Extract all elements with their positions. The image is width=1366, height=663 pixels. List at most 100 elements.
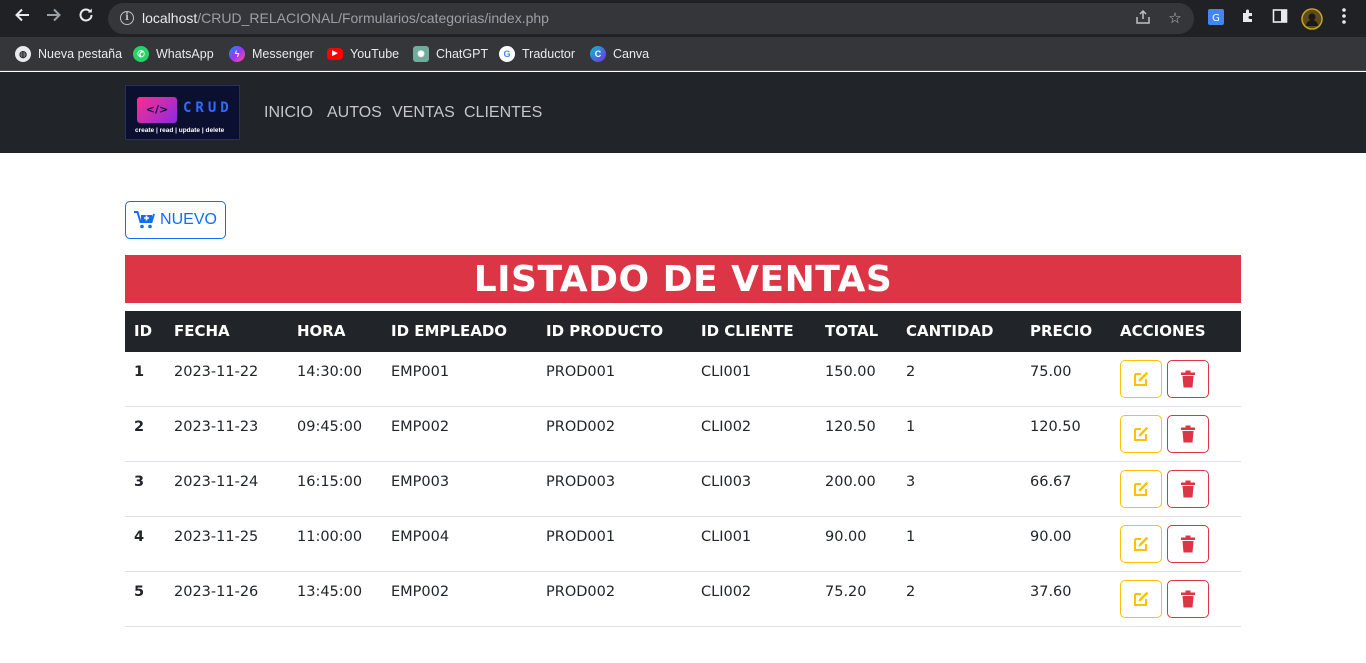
bookmark-canva[interactable]: C Canva [590,45,649,63]
bookmark-messenger[interactable]: ϟ Messenger [229,45,314,63]
header-total: TOTAL [825,322,879,340]
table-row: 1 2023-11-22 14:30:00 EMP001 PROD001 CLI001 15… [125,352,1241,407]
cell-id: 4 [134,529,145,545]
cell-id-cliente: CLI001 [701,529,752,545]
globe-icon: ◍ [15,46,31,62]
profile-avatar-icon[interactable] [1301,8,1323,30]
logo-word: CRUD [183,100,233,116]
header-fecha: FECHA [174,322,230,340]
cell-hora: 13:45:00 [297,584,363,600]
cell-cantidad: 2 [906,584,916,600]
reload-icon[interactable] [74,6,98,30]
bookmark-traductor[interactable]: G Traductor [499,45,575,63]
cell-id: 5 [134,584,145,600]
table-header: ID FECHA HORA ID EMPLEADO ID PRODUCTO ID… [125,311,1241,352]
table-row: 4 2023-11-25 11:00:00 EMP004 PROD001 CLI001 90… [125,517,1241,572]
cell-fecha: 2023-11-26 [174,584,259,600]
new-button-label: NUEVO [160,211,217,228]
browser-toolbar: i localhost/CRUD_RELACIONAL/Formularios/… [0,0,1366,37]
crud-logo[interactable]: </> CRUD create | read | update | delete [125,85,240,140]
cell-total: 120.50 [825,419,876,435]
canva-icon: C [590,46,606,62]
chatgpt-icon: ✺ [413,46,429,62]
edit-button[interactable] [1120,470,1162,508]
bookmarks-bar: ◍ Nueva pestaña ✆ WhatsApp ϟ Messenger ▶ You… [0,37,1366,71]
cell-cantidad: 2 [906,364,916,380]
cell-id-producto: PROD002 [546,584,616,600]
table-row: 2 2023-11-23 09:45:00 EMP002 PROD002 CLI002 12… [125,407,1241,462]
cart-plus-icon [134,211,156,229]
header-hora: HORA [297,322,346,340]
svg-text:G: G [1212,13,1220,24]
trash-icon [1181,535,1195,553]
header-cantidad: CANTIDAD [906,322,994,340]
edit-icon [1134,536,1149,551]
kebab-menu-icon[interactable] [1334,8,1354,28]
extensions-puzzle-icon[interactable] [1238,8,1258,28]
cell-id-empleado: EMP001 [391,364,450,380]
delete-button[interactable] [1167,360,1209,398]
delete-button[interactable] [1167,580,1209,618]
cell-id-cliente: CLI002 [701,419,752,435]
cell-total: 200.00 [825,474,876,490]
edit-button[interactable] [1120,525,1162,563]
bookmark-whatsapp[interactable]: ✆ WhatsApp [133,45,214,63]
share-icon[interactable] [1134,9,1152,27]
cell-total: 150.00 [825,364,876,380]
new-sale-button[interactable]: NUEVO [125,201,226,239]
back-arrow-icon[interactable] [10,6,34,30]
bookmark-youtube[interactable]: ▶ YouTube [327,45,399,63]
cell-id-cliente: CLI002 [701,584,752,600]
nav-clientes[interactable]: CLIENTES [464,104,542,122]
code-glyph: </> [137,97,177,123]
cell-hora: 14:30:00 [297,364,363,380]
url-text: localhost/CRUD_RELACIONAL/Formularios/ca… [142,10,549,26]
cell-id-empleado: EMP002 [391,419,450,435]
forward-arrow-icon[interactable] [42,6,66,30]
side-panel-icon[interactable] [1270,8,1290,28]
bookmark-chatgpt[interactable]: ✺ ChatGPT [413,45,488,63]
delete-button[interactable] [1167,525,1209,563]
edit-button[interactable] [1120,415,1162,453]
delete-button[interactable] [1167,415,1209,453]
cell-hora: 16:15:00 [297,474,363,490]
cell-id: 2 [134,419,145,435]
header-id-producto: ID PRODUCTO [546,322,664,340]
nav-inicio[interactable]: INICIO [264,104,313,122]
app-navbar: </> CRUD create | read | update | delete… [0,72,1366,153]
bookmark-star-icon[interactable]: ☆ [1166,9,1184,27]
cell-fecha: 2023-11-22 [174,364,259,380]
cell-id-empleado: EMP003 [391,474,450,490]
header-acciones: ACCIONES [1120,322,1206,340]
cell-total: 90.00 [825,529,867,545]
edit-icon [1134,591,1149,606]
table-row: 5 2023-11-26 13:45:00 EMP002 PROD002 CLI002 75… [125,572,1241,627]
edit-icon [1134,371,1149,386]
cell-cantidad: 1 [906,419,916,435]
cell-precio: 120.50 [1030,419,1081,435]
cell-precio: 66.67 [1030,474,1072,490]
cell-precio: 90.00 [1030,529,1072,545]
edit-icon [1134,426,1149,441]
google-translate-icon[interactable]: G [1206,8,1226,28]
cell-id-producto: PROD001 [546,364,616,380]
page-title: LISTADO DE VENTAS [125,255,1241,303]
cell-id: 1 [134,364,145,380]
address-bar[interactable]: i localhost/CRUD_RELACIONAL/Formularios/… [108,3,1194,34]
trash-icon [1181,480,1195,498]
cell-id-empleado: EMP002 [391,584,450,600]
edit-button[interactable] [1120,360,1162,398]
edit-button[interactable] [1120,580,1162,618]
cell-id-cliente: CLI003 [701,474,752,490]
cell-id-cliente: CLI001 [701,364,752,380]
nav-ventas[interactable]: VENTAS [392,104,455,122]
cell-precio: 37.60 [1030,584,1072,600]
delete-button[interactable] [1167,470,1209,508]
header-id-cliente: ID CLIENTE [701,322,794,340]
nav-autos[interactable]: AUTOS [327,104,382,122]
bookmark-nueva-pestana[interactable]: ◍ Nueva pestaña [15,45,122,63]
site-info-icon[interactable]: i [120,11,134,25]
cell-id-producto: PROD002 [546,419,616,435]
header-id-empleado: ID EMPLEADO [391,322,508,340]
cell-id: 3 [134,474,145,490]
